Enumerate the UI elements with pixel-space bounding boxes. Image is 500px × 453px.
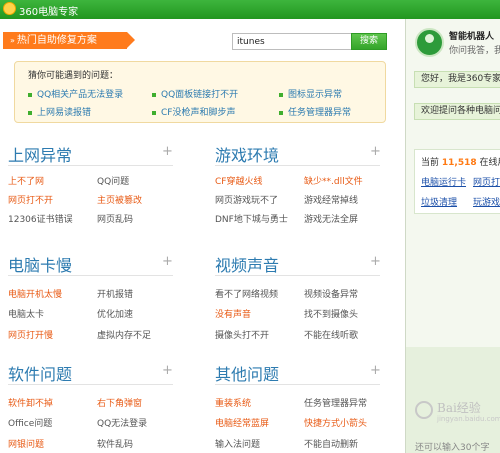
problem-link[interactable]: 电脑开机太慢 [8, 287, 62, 300]
problem-link[interactable]: QQ问题 [97, 174, 129, 187]
baidu-watermark: Bai经验 jingyan.baidu.com [415, 396, 500, 426]
problem-link[interactable]: CF穿越火线 [215, 174, 262, 187]
problem-link[interactable]: 网页乱码 [97, 212, 133, 225]
problem-link[interactable]: 虚拟内存不足 [97, 328, 151, 341]
problem-link[interactable]: 开机报错 [97, 287, 133, 300]
robot-avatar-icon [415, 28, 444, 57]
problem-link[interactable]: 上不了网 [8, 174, 44, 187]
problem-link[interactable]: 软件卸不掉 [8, 396, 53, 409]
bullet-icon [28, 92, 32, 97]
problem-link[interactable]: 电脑太卡 [8, 307, 44, 320]
problem-link[interactable]: 优化加速 [97, 307, 133, 320]
section-title-video-audio: 视频声音 [215, 256, 280, 275]
problem-link[interactable]: 看不了网络视频 [215, 287, 278, 300]
chat-message: 欢迎提问各种电脑问题 [414, 103, 500, 120]
bullet-icon [152, 110, 156, 115]
divider [215, 165, 380, 166]
problem-link[interactable]: 重装系统 [215, 396, 251, 409]
guess-item[interactable]: CF没枪声和脚步声 [152, 105, 235, 118]
problem-link[interactable]: Office问题 [8, 416, 52, 429]
guess-problems-box: 猜你可能遇到的问题： QQ相关产品无法登录 QQ面板链接打不开 图标显示异常 上… [14, 61, 386, 123]
section-title-internet: 上网异常 [8, 146, 73, 165]
section-title-other: 其他问题 [215, 365, 280, 384]
problem-link[interactable]: 软件乱码 [97, 437, 133, 450]
problem-link[interactable]: 网页打不开 [8, 193, 53, 206]
plus-icon[interactable]: + [162, 254, 173, 269]
problem-link[interactable]: 网页打开慢 [8, 328, 53, 341]
online-users-box: 当前 11,518 在线用户 电脑运行卡 网页打不开 垃圾清理 玩游戏卡 [414, 149, 500, 214]
watermark-url: jingyan.baidu.com [437, 415, 500, 423]
chat-message: 您好，我是360专家 [414, 71, 500, 88]
problem-link[interactable]: 主页被篡改 [97, 193, 142, 206]
robot-name: 智能机器人 [449, 32, 495, 42]
paw-logo-icon [415, 401, 433, 419]
guess-heading: 猜你可能遇到的问题： [28, 71, 119, 81]
problem-link[interactable]: 电脑经常蓝屏 [215, 416, 269, 429]
bullet-icon [28, 110, 32, 115]
bullet-icon [152, 92, 156, 97]
search-input[interactable] [232, 33, 352, 50]
robot-chat-panel: 智能机器人 你问我答，我 您好，我是360专家 欢迎提问各种电脑问题 当前 11… [405, 19, 500, 453]
problem-link[interactable]: 不能在线听歌 [304, 328, 358, 341]
divider [215, 384, 380, 385]
hotfix-label: 热门自助修复方案 [16, 35, 97, 46]
problem-link[interactable]: 游戏经常掉线 [304, 193, 358, 206]
section-title-games: 游戏环境 [215, 146, 280, 165]
plus-icon[interactable]: + [370, 144, 381, 159]
divider [8, 384, 173, 385]
online-count: 当前 11,518 在线用户 [421, 158, 500, 168]
app-logo-icon [3, 2, 16, 15]
section-title-slow-pc: 电脑卡慢 [8, 256, 73, 275]
quick-link[interactable]: 电脑运行卡 [421, 175, 466, 188]
divider [8, 275, 173, 276]
problem-link[interactable]: 任务管理器异常 [304, 396, 367, 409]
problem-link[interactable]: 快捷方式小箭头 [304, 416, 367, 429]
main-pane: »热门自助修复方案 搜索 猜你可能遇到的问题： QQ相关产品无法登录 QQ面板链… [0, 19, 404, 453]
title-bar: 360电脑专家 [0, 0, 500, 19]
plus-icon[interactable]: + [370, 254, 381, 269]
problem-link[interactable]: 不能自动删新 [304, 437, 358, 450]
problem-link[interactable]: DNF地下城与勇士 [215, 212, 288, 225]
divider [8, 165, 173, 166]
bullet-icon [279, 110, 283, 115]
problem-link[interactable]: 找不到摄像头 [304, 307, 358, 320]
divider [215, 275, 380, 276]
problem-link[interactable]: 视频设备异常 [304, 287, 358, 300]
quick-link[interactable]: 网页打不开 [473, 175, 500, 188]
quick-link[interactable]: 玩游戏卡 [473, 195, 500, 208]
bullet-icon [279, 92, 283, 97]
input-char-hint: 还可以输入30个字 [415, 443, 490, 453]
hotfix-tag: » 热门自助修复方案 [3, 32, 135, 49]
double-chevron-icon: » [10, 36, 15, 45]
problem-link[interactable]: 网银问题 [8, 437, 44, 450]
guess-item[interactable]: 任务管理器异常 [279, 105, 351, 118]
tag-arrow-icon [127, 32, 135, 48]
guess-item[interactable]: QQ相关产品无法登录 [28, 87, 123, 100]
guess-item[interactable]: 图标显示异常 [279, 87, 342, 100]
problem-link[interactable]: 摄像头打不开 [215, 328, 269, 341]
search-button[interactable]: 搜索 [351, 33, 387, 50]
robot-header: 智能机器人 你问我答，我 [406, 19, 500, 65]
problem-link[interactable]: 游戏无法全屏 [304, 212, 358, 225]
problem-link[interactable]: 缺少**.dll文件 [304, 174, 363, 187]
guess-item[interactable]: 上网易读报错 [28, 105, 91, 118]
window-title: 360电脑专家 [19, 7, 79, 18]
section-title-software: 软件问题 [8, 365, 73, 384]
problem-link[interactable]: 网页游戏玩不了 [215, 193, 278, 206]
watermark-text: Bai经验 [437, 401, 481, 415]
problem-link[interactable]: 右下角弹窗 [97, 396, 142, 409]
plus-icon[interactable]: + [370, 363, 381, 378]
quick-link[interactable]: 垃圾清理 [421, 195, 457, 208]
plus-icon[interactable]: + [162, 144, 173, 159]
problem-link[interactable]: 输入法问题 [215, 437, 260, 450]
guess-item[interactable]: QQ面板链接打不开 [152, 87, 238, 100]
problem-link[interactable]: 12306证书错误 [8, 212, 73, 225]
problem-link[interactable]: 没有声音 [215, 307, 251, 320]
plus-icon[interactable]: + [162, 363, 173, 378]
robot-subtitle: 你问我答，我 [449, 46, 500, 56]
problem-link[interactable]: QQ无法登录 [97, 416, 147, 429]
